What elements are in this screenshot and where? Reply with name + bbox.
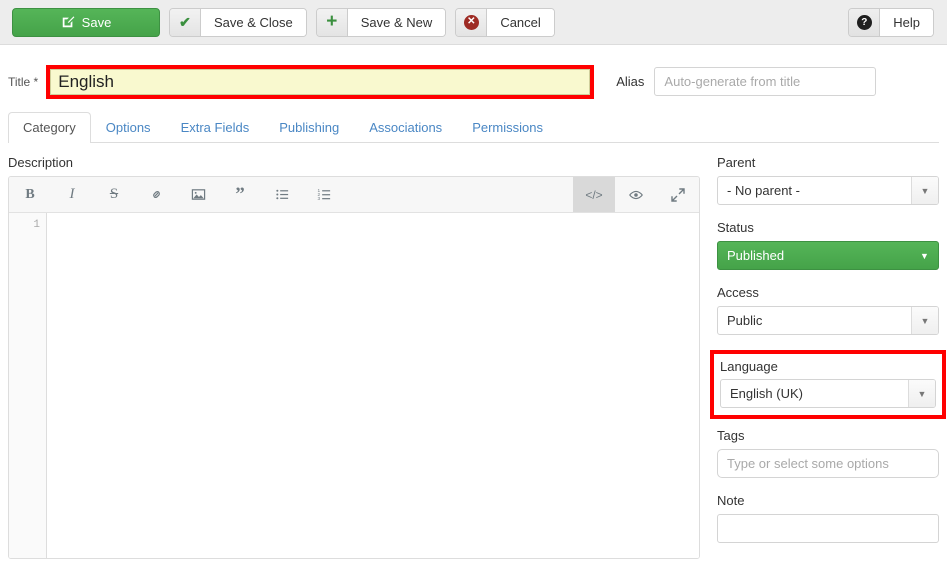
title-highlight-box <box>46 64 595 99</box>
cancel-label: Cancel <box>487 8 554 36</box>
chevron-down-icon: ▼ <box>920 250 929 261</box>
save-and-new-label: Save & New <box>347 8 446 36</box>
question-circle-icon: ? <box>849 9 881 36</box>
unordered-list-icon[interactable] <box>261 177 303 212</box>
status-select[interactable]: Published ▼ <box>717 241 939 270</box>
tags-field: Tags <box>717 428 939 478</box>
language-select[interactable]: English (UK) ▼ <box>720 379 936 408</box>
toolbar-button-group: Save ✔ Save & Close + Save & New ✕ Cance… <box>12 7 555 37</box>
description-column: Description B I S ” 123 </> 1 <box>8 155 700 559</box>
title-label: Title * <box>8 74 39 89</box>
tags-label: Tags <box>717 428 745 443</box>
image-icon[interactable] <box>177 177 219 212</box>
language-label: Language <box>720 359 778 374</box>
main-toolbar: Save ✔ Save & Close + Save & New ✕ Cance… <box>0 0 947 45</box>
parent-value: - No parent - <box>727 183 800 198</box>
note-field: Note <box>717 493 939 543</box>
title-row: Title * Alias <box>0 45 947 101</box>
title-input[interactable] <box>50 68 591 95</box>
x-circle-icon: ✕ <box>456 8 488 36</box>
status-field: Status Published ▼ <box>717 220 939 270</box>
tab-bar: Category Options Extra Fields Publishing… <box>8 112 939 143</box>
access-label: Access <box>717 285 759 300</box>
alias-input[interactable] <box>654 67 877 96</box>
italic-icon[interactable]: I <box>51 177 93 212</box>
fullscreen-icon[interactable] <box>657 177 699 212</box>
language-value: English (UK) <box>730 386 803 401</box>
cancel-button[interactable]: ✕ Cancel <box>455 7 555 37</box>
access-select[interactable]: Public ▼ <box>717 306 939 335</box>
source-code-icon[interactable]: </> <box>573 177 615 212</box>
plus-icon: + <box>316 8 348 36</box>
save-button[interactable]: Save <box>12 7 160 37</box>
sidebar-fields: Parent - No parent - ▼ Status Published … <box>710 155 946 559</box>
save-and-close-label: Save & Close <box>201 8 306 36</box>
link-icon[interactable] <box>135 177 177 212</box>
editor-text-area[interactable] <box>47 213 699 558</box>
check-icon: ✔ <box>170 8 201 36</box>
tab-permissions[interactable]: Permissions <box>457 112 558 143</box>
access-value: Public <box>727 313 763 328</box>
status-label: Status <box>717 220 754 235</box>
ordered-list-icon[interactable]: 123 <box>303 177 345 212</box>
bold-icon[interactable]: B <box>9 177 51 212</box>
parent-select[interactable]: - No parent - ▼ <box>717 176 939 205</box>
strikethrough-icon[interactable]: S <box>93 177 135 212</box>
chevron-down-icon: ▼ <box>911 307 938 334</box>
alias-label: Alias <box>616 74 645 89</box>
preview-eye-icon[interactable] <box>615 177 657 212</box>
chevron-down-icon: ▼ <box>908 380 935 407</box>
parent-label: Parent <box>717 155 756 170</box>
tab-options[interactable]: Options <box>91 112 166 143</box>
access-field: Access Public ▼ <box>717 285 939 335</box>
parent-field: Parent - No parent - ▼ <box>717 155 939 205</box>
svg-text:3: 3 <box>317 196 320 201</box>
main-content: Description B I S ” 123 </> 1 Parent - N… <box>0 143 947 559</box>
description-editor: B I S ” 123 </> 1 <box>8 176 700 559</box>
help-button[interactable]: ? Help <box>848 8 934 37</box>
quote-icon[interactable]: ” <box>219 177 261 212</box>
save-and-close-button[interactable]: ✔ Save & Close <box>169 7 307 37</box>
note-input[interactable] <box>717 514 939 543</box>
edit-square-icon <box>61 15 75 29</box>
save-button-label: Save <box>81 14 112 30</box>
editor-line-numbers: 1 <box>9 213 47 558</box>
editor-body: 1 <box>9 213 699 558</box>
tab-category[interactable]: Category <box>8 112 91 143</box>
tab-associations[interactable]: Associations <box>354 112 457 143</box>
help-button-wrap: ? Help <box>848 8 934 37</box>
tab-extra-fields[interactable]: Extra Fields <box>166 112 265 143</box>
chevron-down-icon: ▼ <box>911 177 938 204</box>
tab-publishing[interactable]: Publishing <box>264 112 354 143</box>
language-highlight-box: Language English (UK) ▼ <box>710 350 946 419</box>
note-label: Note <box>717 493 745 508</box>
save-and-new-button[interactable]: + Save & New <box>315 7 447 37</box>
description-label: Description <box>8 155 74 170</box>
help-label: Help <box>880 9 933 36</box>
alias-group: Alias <box>616 67 877 96</box>
tags-input[interactable] <box>717 449 939 478</box>
status-value: Published <box>727 248 785 263</box>
editor-toolbar: B I S ” 123 </> <box>9 177 699 213</box>
